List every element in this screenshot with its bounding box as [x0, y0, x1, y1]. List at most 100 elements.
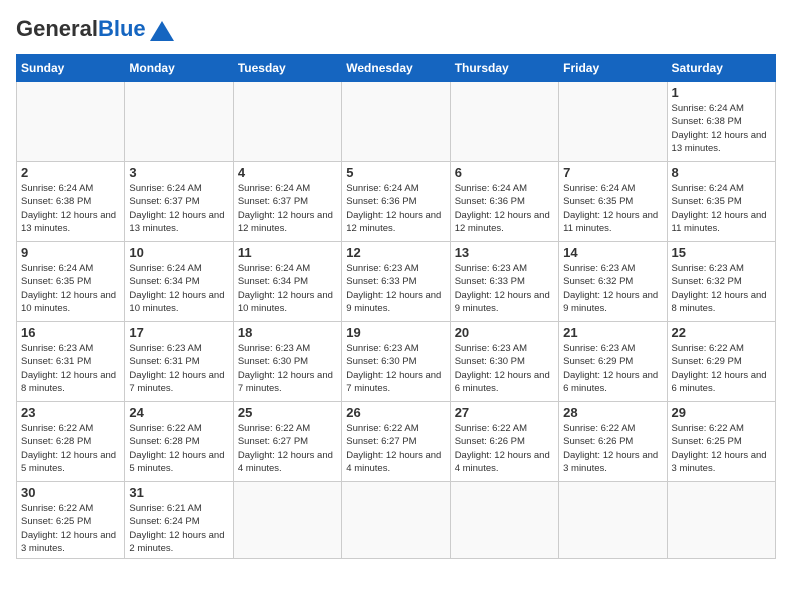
- day-number: 1: [672, 85, 771, 100]
- day-number: 18: [238, 325, 337, 340]
- day-number: 21: [563, 325, 662, 340]
- weekday-header-monday: Monday: [125, 55, 233, 82]
- week-row-6: 30 Sunrise: 6:22 AM Sunset: 6:25 PM Dayli…: [17, 482, 776, 559]
- day-number: 22: [672, 325, 771, 340]
- day-info: Sunrise: 6:23 AM Sunset: 6:33 PM Dayligh…: [346, 262, 445, 315]
- day-number: 26: [346, 405, 445, 420]
- day-number: 11: [238, 245, 337, 260]
- calendar-cell: [559, 82, 667, 162]
- calendar-cell: 21 Sunrise: 6:23 AM Sunset: 6:29 PM Dayli…: [559, 322, 667, 402]
- weekday-header-sunday: Sunday: [17, 55, 125, 82]
- calendar-cell: 31 Sunrise: 6:21 AM Sunset: 6:24 PM Dayli…: [125, 482, 233, 559]
- calendar-cell: 18 Sunrise: 6:23 AM Sunset: 6:30 PM Dayli…: [233, 322, 341, 402]
- calendar-cell: [559, 482, 667, 559]
- calendar-cell: [450, 82, 558, 162]
- calendar-cell: 7 Sunrise: 6:24 AM Sunset: 6:35 PM Daylig…: [559, 162, 667, 242]
- day-number: 2: [21, 165, 120, 180]
- week-row-2: 2 Sunrise: 6:24 AM Sunset: 6:38 PM Daylig…: [17, 162, 776, 242]
- calendar-cell: 29 Sunrise: 6:22 AM Sunset: 6:25 PM Dayli…: [667, 402, 775, 482]
- day-number: 7: [563, 165, 662, 180]
- week-row-5: 23Sunrise: 6:22 AM Sunset: 6:28 PM Dayli…: [17, 402, 776, 482]
- calendar-cell: 3 Sunrise: 6:24 AM Sunset: 6:37 PM Daylig…: [125, 162, 233, 242]
- day-number: 14: [563, 245, 662, 260]
- day-info: Sunrise: 6:22 AM Sunset: 6:29 PM Dayligh…: [672, 342, 771, 395]
- day-info: Sunrise: 6:22 AM Sunset: 6:25 PM Dayligh…: [21, 502, 120, 555]
- calendar-cell: 10 Sunrise: 6:24 AM Sunset: 6:34 PM Dayli…: [125, 242, 233, 322]
- day-info: Sunrise: 6:24 AM Sunset: 6:38 PM Dayligh…: [672, 102, 771, 155]
- calendar-cell: 17 Sunrise: 6:23 AM Sunset: 6:31 PM Dayli…: [125, 322, 233, 402]
- calendar: SundayMondayTuesdayWednesdayThursdayFrid…: [16, 54, 776, 559]
- day-info: Sunrise: 6:24 AM Sunset: 6:34 PM Dayligh…: [238, 262, 337, 315]
- calendar-cell: 6Sunrise: 6:24 AM Sunset: 6:36 PM Daylig…: [450, 162, 558, 242]
- calendar-cell: 15 Sunrise: 6:23 AM Sunset: 6:32 PM Dayli…: [667, 242, 775, 322]
- calendar-cell: 20 Sunrise: 6:23 AM Sunset: 6:30 PM Dayli…: [450, 322, 558, 402]
- calendar-cell: 19 Sunrise: 6:23 AM Sunset: 6:30 PM Dayli…: [342, 322, 450, 402]
- day-info: Sunrise: 6:24 AM Sunset: 6:35 PM Dayligh…: [672, 182, 771, 235]
- calendar-cell: 23Sunrise: 6:22 AM Sunset: 6:28 PM Dayli…: [17, 402, 125, 482]
- day-info: Sunrise: 6:23 AM Sunset: 6:32 PM Dayligh…: [672, 262, 771, 315]
- calendar-cell: 9 Sunrise: 6:24 AM Sunset: 6:35 PM Daylig…: [17, 242, 125, 322]
- day-info: Sunrise: 6:24 AM Sunset: 6:37 PM Dayligh…: [129, 182, 228, 235]
- day-info: Sunrise: 6:23 AM Sunset: 6:30 PM Dayligh…: [346, 342, 445, 395]
- calendar-cell: 11 Sunrise: 6:24 AM Sunset: 6:34 PM Dayli…: [233, 242, 341, 322]
- header: General Blue: [16, 16, 776, 42]
- week-row-3: 9 Sunrise: 6:24 AM Sunset: 6:35 PM Daylig…: [17, 242, 776, 322]
- day-number: 31: [129, 485, 228, 500]
- day-info: Sunrise: 6:23 AM Sunset: 6:29 PM Dayligh…: [563, 342, 662, 395]
- day-info: Sunrise: 6:23 AM Sunset: 6:31 PM Dayligh…: [129, 342, 228, 395]
- calendar-cell: 22 Sunrise: 6:22 AM Sunset: 6:29 PM Dayli…: [667, 322, 775, 402]
- weekday-header-saturday: Saturday: [667, 55, 775, 82]
- day-info: Sunrise: 6:21 AM Sunset: 6:24 PM Dayligh…: [129, 502, 228, 555]
- day-number: 6: [455, 165, 554, 180]
- calendar-cell: 1 Sunrise: 6:24 AM Sunset: 6:38 PM Daylig…: [667, 82, 775, 162]
- calendar-cell: 14Sunrise: 6:23 AM Sunset: 6:32 PM Dayli…: [559, 242, 667, 322]
- day-number: 5: [346, 165, 445, 180]
- weekday-header-friday: Friday: [559, 55, 667, 82]
- logo: General Blue: [16, 16, 174, 42]
- logo-triangle-icon: [150, 21, 174, 41]
- day-info: Sunrise: 6:24 AM Sunset: 6:35 PM Dayligh…: [563, 182, 662, 235]
- calendar-cell: 30 Sunrise: 6:22 AM Sunset: 6:25 PM Dayli…: [17, 482, 125, 559]
- day-number: 23: [21, 405, 120, 420]
- calendar-cell: 4Sunrise: 6:24 AM Sunset: 6:37 PM Daylig…: [233, 162, 341, 242]
- calendar-cell: 13Sunrise: 6:23 AM Sunset: 6:33 PM Dayli…: [450, 242, 558, 322]
- day-number: 3: [129, 165, 228, 180]
- day-number: 25: [238, 405, 337, 420]
- calendar-cell: [450, 482, 558, 559]
- day-number: 15: [672, 245, 771, 260]
- day-info: Sunrise: 6:22 AM Sunset: 6:26 PM Dayligh…: [455, 422, 554, 475]
- week-row-4: 16Sunrise: 6:23 AM Sunset: 6:31 PM Dayli…: [17, 322, 776, 402]
- logo-general: General: [16, 16, 98, 42]
- logo-blue: Blue: [98, 16, 146, 42]
- day-number: 9: [21, 245, 120, 260]
- week-row-1: 1 Sunrise: 6:24 AM Sunset: 6:38 PM Daylig…: [17, 82, 776, 162]
- day-info: Sunrise: 6:23 AM Sunset: 6:30 PM Dayligh…: [238, 342, 337, 395]
- calendar-cell: [667, 482, 775, 559]
- weekday-header-thursday: Thursday: [450, 55, 558, 82]
- day-info: Sunrise: 6:23 AM Sunset: 6:30 PM Dayligh…: [455, 342, 554, 395]
- day-number: 20: [455, 325, 554, 340]
- day-number: 24: [129, 405, 228, 420]
- day-number: 30: [21, 485, 120, 500]
- day-info: Sunrise: 6:22 AM Sunset: 6:25 PM Dayligh…: [672, 422, 771, 475]
- calendar-cell: 5 Sunrise: 6:24 AM Sunset: 6:36 PM Daylig…: [342, 162, 450, 242]
- calendar-cell: 16Sunrise: 6:23 AM Sunset: 6:31 PM Dayli…: [17, 322, 125, 402]
- weekday-header-row: SundayMondayTuesdayWednesdayThursdayFrid…: [17, 55, 776, 82]
- day-info: Sunrise: 6:24 AM Sunset: 6:38 PM Dayligh…: [21, 182, 120, 235]
- day-number: 10: [129, 245, 228, 260]
- day-info: Sunrise: 6:22 AM Sunset: 6:27 PM Dayligh…: [346, 422, 445, 475]
- day-number: 19: [346, 325, 445, 340]
- day-info: Sunrise: 6:24 AM Sunset: 6:35 PM Dayligh…: [21, 262, 120, 315]
- day-number: 17: [129, 325, 228, 340]
- day-number: 27: [455, 405, 554, 420]
- day-info: Sunrise: 6:24 AM Sunset: 6:34 PM Dayligh…: [129, 262, 228, 315]
- calendar-cell: 8Sunrise: 6:24 AM Sunset: 6:35 PM Daylig…: [667, 162, 775, 242]
- day-number: 29: [672, 405, 771, 420]
- weekday-header-tuesday: Tuesday: [233, 55, 341, 82]
- day-info: Sunrise: 6:22 AM Sunset: 6:27 PM Dayligh…: [238, 422, 337, 475]
- calendar-cell: 27 Sunrise: 6:22 AM Sunset: 6:26 PM Dayli…: [450, 402, 558, 482]
- day-info: Sunrise: 6:24 AM Sunset: 6:36 PM Dayligh…: [346, 182, 445, 235]
- day-number: 28: [563, 405, 662, 420]
- calendar-cell: 12Sunrise: 6:23 AM Sunset: 6:33 PM Dayli…: [342, 242, 450, 322]
- day-info: Sunrise: 6:23 AM Sunset: 6:31 PM Dayligh…: [21, 342, 120, 395]
